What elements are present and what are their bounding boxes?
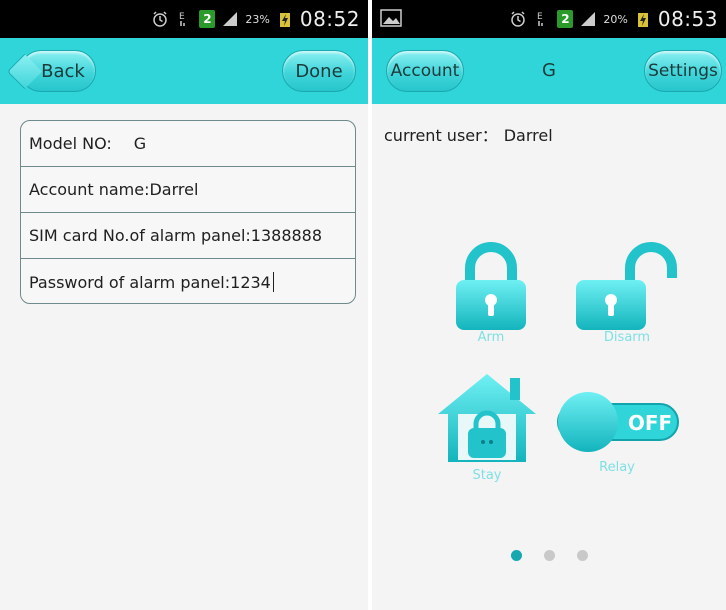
battery-charging-icon — [279, 13, 290, 27]
done-button[interactable]: Done — [282, 50, 356, 92]
model-value: G — [133, 134, 147, 153]
battery-percent: 23% — [245, 12, 270, 26]
password-field[interactable]: Password of alarm panel: 1234 — [21, 259, 355, 303]
stay-button[interactable]: Stay — [432, 368, 542, 483]
relay-state: OFF — [628, 411, 672, 435]
relay-label: Relay — [599, 460, 635, 475]
status-bar: E 2 20% 08:53 — [372, 0, 726, 38]
page-dot-3[interactable] — [576, 550, 588, 561]
signal-icon — [581, 12, 596, 26]
status-bar: E 2 23% 08:52 — [0, 0, 368, 38]
gallery-icon — [380, 9, 402, 27]
top-bar: Account G Settings — [372, 38, 726, 104]
status-time: 08:53 — [657, 7, 718, 31]
current-user-value: Darrel — [503, 126, 553, 145]
relay-toggle[interactable]: OFF Relay — [552, 392, 682, 475]
disarm-label: Disarm — [603, 330, 651, 345]
network-e-icon: E — [179, 12, 185, 26]
account-name-field[interactable]: Account name: Darrel — [21, 167, 355, 213]
lock-open-icon — [576, 242, 677, 330]
account-edit-screen: E 2 23% 08:52 Back Done Model NO: G Acco… — [0, 0, 368, 610]
alarm-control-screen: E 2 20% 08:53 Account G Settings current… — [372, 0, 726, 610]
current-user-label: current user： — [384, 126, 498, 145]
toggle-off-icon: OFF — [557, 392, 679, 452]
sim-number-field[interactable]: SIM card No.of alarm panel: 1388888 — [21, 213, 355, 259]
lock-closed-icon — [456, 242, 526, 330]
battery-charging-icon — [637, 13, 648, 27]
arm-button[interactable]: Arm — [446, 240, 536, 345]
alarm-clock-icon — [153, 11, 168, 27]
home-lock-icon — [438, 374, 536, 462]
battery-percent: 20% — [603, 12, 628, 26]
signal-icon — [223, 12, 238, 26]
page-indicator — [372, 550, 726, 561]
account-name-value: Darrel — [149, 180, 199, 199]
back-button[interactable]: Back — [20, 50, 96, 92]
current-user: current user： Darrel — [384, 122, 553, 146]
network-e-icon: E — [537, 12, 543, 26]
account-name-label: Account name: — [29, 180, 150, 199]
model-field[interactable]: Model NO: G — [21, 121, 355, 167]
alarm-clock-icon — [511, 11, 526, 27]
sim-number-label: SIM card No.of alarm panel: — [29, 226, 251, 245]
sim-number-value: 1388888 — [250, 226, 323, 245]
settings-button[interactable]: Settings — [644, 50, 722, 92]
sim-badge: 2 — [199, 10, 216, 28]
password-value: 1234 — [230, 272, 271, 292]
stay-label: Stay — [472, 468, 502, 483]
svg-text:E: E — [179, 12, 185, 22]
status-time: 08:52 — [299, 7, 360, 31]
account-form: Model NO: G Account name: Darrel SIM car… — [20, 120, 356, 304]
sim-badge: 2 — [557, 10, 574, 28]
page-dot-1[interactable] — [510, 550, 522, 561]
page-dot-2[interactable] — [543, 550, 555, 561]
password-label: Password of alarm panel: — [29, 272, 231, 292]
text-cursor — [272, 272, 274, 292]
svg-text:E: E — [537, 12, 543, 22]
disarm-button[interactable]: Disarm — [572, 240, 682, 345]
arm-label: Arm — [477, 330, 505, 345]
top-bar: Back Done — [0, 38, 368, 104]
model-label: Model NO: — [29, 134, 112, 153]
